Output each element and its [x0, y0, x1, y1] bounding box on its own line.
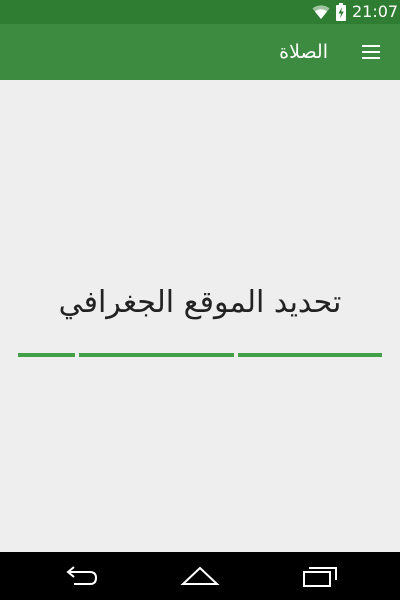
location-message: تحديد الموقع الجغرافي — [58, 285, 342, 320]
navigation-bar — [0, 552, 400, 600]
main-content: تحديد الموقع الجغرافي — [0, 80, 400, 552]
recent-apps-icon[interactable] — [298, 560, 342, 592]
status-bar: 21:07 — [0, 0, 400, 24]
progress-segment — [79, 353, 234, 357]
home-icon[interactable] — [178, 560, 222, 592]
page-title: الصلاة — [279, 41, 328, 63]
status-time: 21:07 — [352, 2, 399, 21]
progress-segment — [238, 353, 382, 357]
app-toolbar: الصلاة — [0, 24, 400, 80]
wifi-icon — [312, 4, 330, 20]
progress-segment — [18, 353, 75, 357]
menu-icon[interactable] — [357, 42, 385, 62]
back-icon[interactable] — [58, 560, 102, 592]
battery-charging-icon — [336, 3, 346, 21]
